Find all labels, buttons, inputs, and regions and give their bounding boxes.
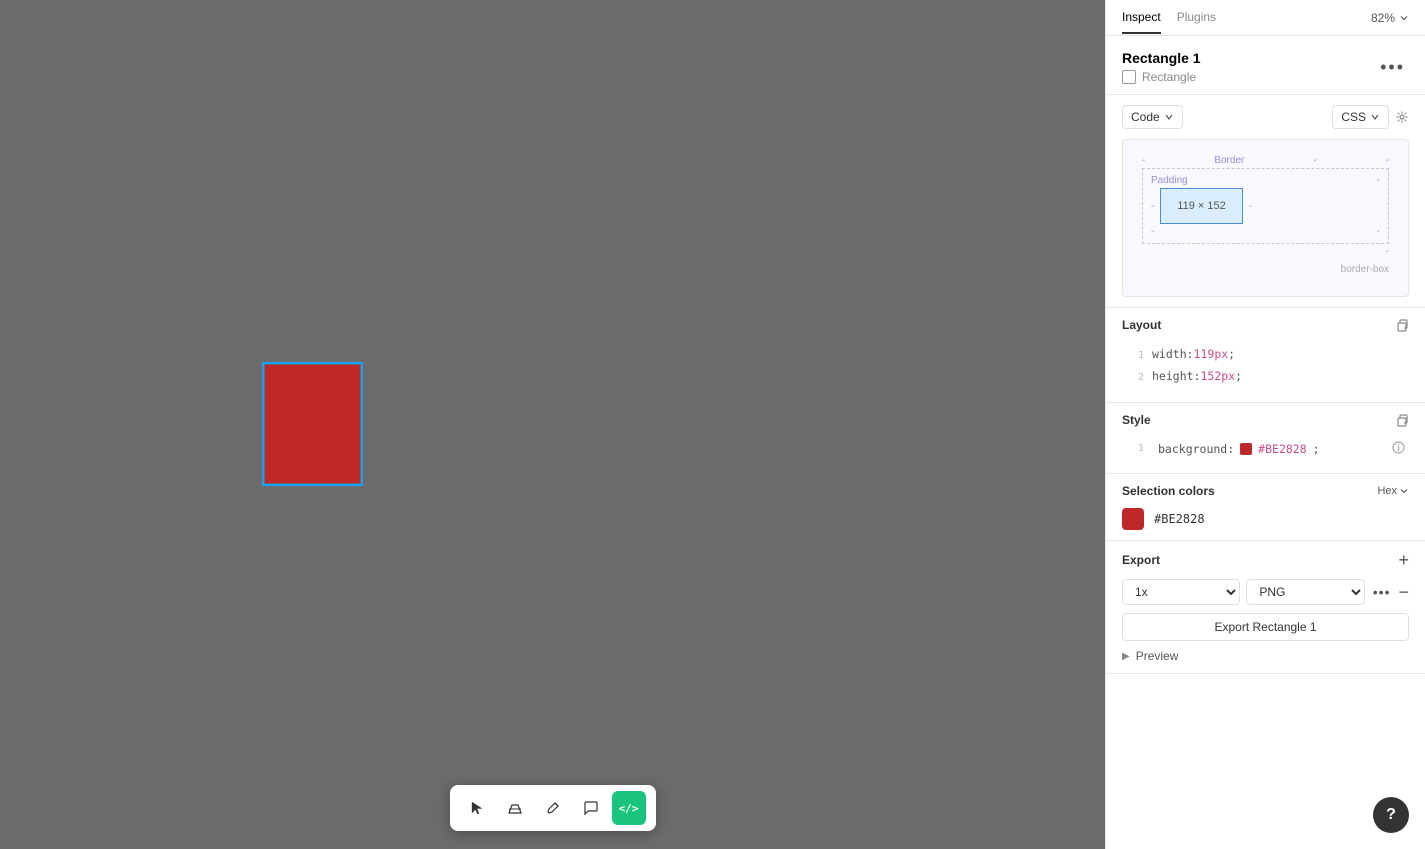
code-language-dropdown[interactable]: Code: [1122, 105, 1183, 129]
element-more-button[interactable]: •••: [1376, 57, 1409, 78]
bottom-toolbar: </>: [450, 785, 656, 831]
hex-format-dropdown[interactable]: Hex: [1377, 485, 1409, 497]
export-add-button[interactable]: +: [1398, 551, 1409, 569]
selection-colors-title: Selection colors: [1122, 484, 1215, 498]
element-title: Rectangle 1: [1122, 50, 1201, 66]
hex-chevron-icon: [1399, 486, 1409, 496]
settings-icon: [1395, 110, 1409, 124]
copy-icon-2: [1395, 413, 1409, 427]
style-code-block: 1 background: #BE2828 ;: [1122, 435, 1409, 463]
selection-color-swatch[interactable]: [1122, 508, 1144, 530]
border-box-label: border-box: [1341, 264, 1389, 275]
element-header: Rectangle 1 Rectangle •••: [1106, 36, 1425, 95]
panel-tabs: Inspect Plugins 82%: [1106, 0, 1425, 36]
box-border-dash-far: -: [1386, 155, 1389, 166]
eraser-tool-button[interactable]: [498, 791, 532, 825]
export-rectangle-button[interactable]: Export Rectangle 1: [1122, 613, 1409, 641]
zoom-value: 82%: [1371, 11, 1395, 25]
export-scale-select[interactable]: 1x: [1122, 579, 1240, 605]
style-color-swatch: [1240, 443, 1252, 455]
element-type-icon: [1122, 70, 1136, 84]
right-panel: Inspect Plugins 82% Rectangle 1 Rectangl…: [1105, 0, 1425, 849]
layout-section: Layout 1 width: 119px ; 2 height: 152px …: [1106, 308, 1425, 403]
code-tool-button[interactable]: </>: [612, 791, 646, 825]
info-icon: [1392, 441, 1405, 454]
zoom-control[interactable]: 82%: [1371, 11, 1409, 25]
style-section-title: Style: [1122, 413, 1151, 427]
edit-tool-button[interactable]: [536, 791, 570, 825]
style-copy-button[interactable]: [1395, 413, 1409, 427]
preview-label: Preview: [1136, 649, 1179, 663]
selection-colors-section: Selection colors Hex #BE2828: [1106, 474, 1425, 541]
box-padding-label: Padding: [1151, 175, 1188, 186]
tab-plugins[interactable]: Plugins: [1177, 2, 1216, 34]
style-section: Style 1 background: #BE2828 ;: [1106, 403, 1425, 474]
tab-inspect[interactable]: Inspect: [1122, 2, 1161, 34]
hex-format-label: Hex: [1377, 485, 1397, 497]
code-dropdown-chevron: [1164, 112, 1174, 122]
export-more-button[interactable]: •••: [1371, 584, 1393, 600]
export-remove-button[interactable]: −: [1399, 583, 1410, 601]
box-inner-dimensions: 119 × 152: [1160, 188, 1242, 224]
box-dimensions-label: 119 × 152: [1177, 200, 1225, 212]
export-section-title: Export: [1122, 553, 1160, 567]
layout-section-title: Layout: [1122, 318, 1161, 332]
color-row: #BE2828: [1122, 508, 1409, 530]
copy-icon: [1395, 318, 1409, 332]
help-button[interactable]: ?: [1373, 797, 1409, 833]
format-dropdown-chevron: [1370, 112, 1380, 122]
code-format-dropdown[interactable]: CSS: [1332, 105, 1389, 129]
rectangle-element[interactable]: [265, 365, 360, 483]
comment-tool-button[interactable]: [574, 791, 608, 825]
layout-code-block: 1 width: 119px ; 2 height: 152px ;: [1122, 340, 1409, 392]
code-section: Code CSS -: [1106, 95, 1425, 308]
code-settings-button[interactable]: [1395, 110, 1409, 124]
preview-row[interactable]: ▶ Preview: [1122, 649, 1409, 663]
box-border-label: Border: [1214, 155, 1244, 166]
style-info-button[interactable]: [1392, 441, 1405, 457]
box-border-dash-left: -: [1142, 155, 1145, 166]
selection-color-hex: #BE2828: [1154, 512, 1205, 526]
box-model-diagram: - Border - - Padding - -: [1122, 139, 1409, 297]
element-type-label: Rectangle: [1142, 70, 1196, 84]
chevron-down-icon: [1399, 13, 1409, 23]
export-section: Export + 1x PNG ••• − Export Rectangle 1…: [1106, 541, 1425, 674]
box-border-dash-right: -: [1313, 155, 1316, 166]
layout-copy-button[interactable]: [1395, 318, 1409, 332]
export-format-select[interactable]: PNG: [1246, 579, 1364, 605]
canvas-area: </>: [0, 0, 1105, 849]
preview-chevron-icon: ▶: [1122, 651, 1130, 662]
cursor-tool-button[interactable]: [460, 791, 494, 825]
